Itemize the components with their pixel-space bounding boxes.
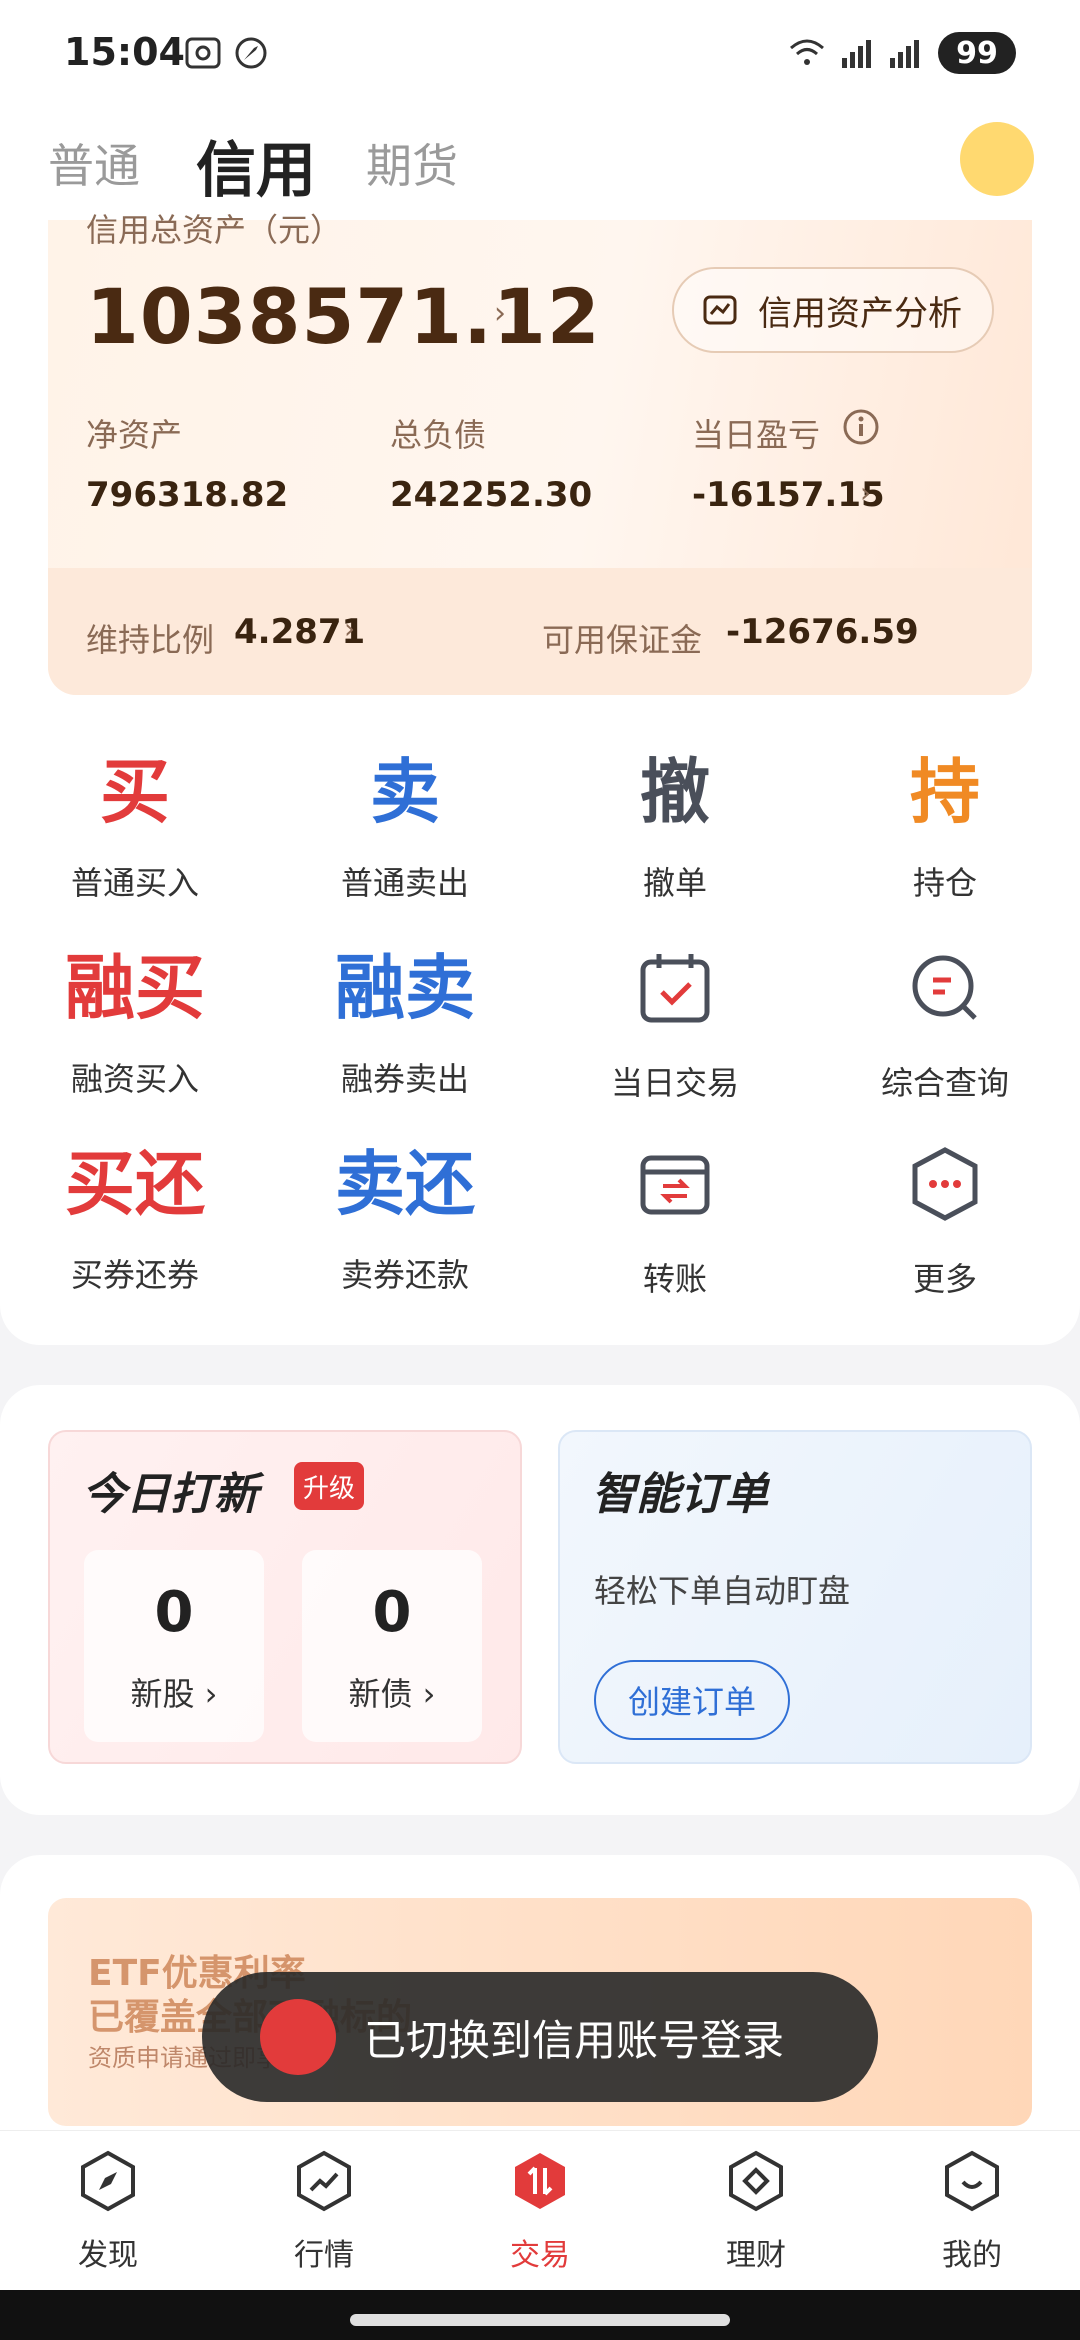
upgrade-badge: 升级	[294, 1462, 364, 1510]
hold-glyph-icon: 持	[910, 751, 980, 833]
grid-normal-buy[interactable]: 买 普通买入	[0, 752, 270, 904]
grid-label: 撤单	[642, 864, 707, 902]
grid-sell-repay[interactable]: 卖还 卖券还款	[270, 1144, 540, 1296]
diamond-icon	[729, 2150, 783, 2212]
grid-label: 更多	[912, 1260, 977, 1298]
grid-positions[interactable]: 持 持仓	[810, 752, 1080, 904]
total-debt-value: 242252.30	[390, 475, 593, 515]
grid-label: 买券还券	[70, 1256, 199, 1294]
grid-general-query[interactable]: 综合查询	[810, 948, 1080, 1104]
chevron-right-icon[interactable]: ›	[344, 612, 355, 645]
tab-futures[interactable]: 期货	[366, 130, 458, 196]
new-stock-box[interactable]: 0 新股 ›	[84, 1550, 264, 1742]
grid-label: 融资买入	[70, 1060, 199, 1098]
signal-icon-1	[842, 40, 871, 68]
grid-label: 转账	[642, 1260, 707, 1298]
buy-glyph-icon: 买	[100, 751, 170, 833]
daily-pl-value[interactable]: -16157.15	[692, 475, 885, 515]
compass-status-icon	[235, 37, 267, 69]
grid-label: 融券卖出	[340, 1060, 469, 1098]
header-tabs	[0, 110, 1080, 220]
total-asset-value[interactable]: 1038571.12	[86, 272, 601, 361]
asset-analysis-button[interactable]: 信用资产分析	[672, 267, 994, 353]
new-bond-label: 新债 ›	[348, 1675, 436, 1713]
profile-icon	[945, 2150, 999, 2212]
grid-short-sell[interactable]: 融卖 融券卖出	[270, 948, 540, 1100]
smart-order-title: 智能订单	[592, 1469, 768, 1520]
grid-label: 当日交易	[610, 1064, 739, 1102]
screenshot-icon	[185, 37, 221, 69]
net-asset-value: 796318.82	[86, 475, 289, 515]
tab-credit[interactable]: 信用	[196, 122, 316, 209]
smart-order-subtitle: 轻松下单自动盯盘	[594, 1572, 851, 1610]
grid-buy-return-securities[interactable]: 买还 买券还券	[0, 1144, 270, 1296]
chevron-right-icon[interactable]: ›	[860, 476, 871, 509]
analysis-icon	[703, 295, 737, 325]
nav-market[interactable]: 行情	[264, 2150, 384, 2274]
grid-label: 卖券还款	[340, 1256, 469, 1294]
nav-discover[interactable]: 发现	[48, 2150, 168, 2274]
grid-cancel-order[interactable]: 撤 撤单	[540, 752, 810, 904]
buy-return-glyph-icon: 买还	[65, 1143, 205, 1225]
net-asset-label: 净资产	[86, 416, 183, 454]
margin-buy-glyph-icon: 融买	[65, 947, 205, 1029]
battery-indicator: 99	[938, 32, 1016, 74]
nav-profile[interactable]: 我的	[912, 2150, 1032, 2274]
nav-label: 我的	[942, 2238, 1002, 2273]
trade-icon	[515, 2153, 565, 2209]
toast-text: 已切换到信用账号登录	[364, 2015, 785, 2065]
grid-label: 普通卖出	[340, 864, 469, 902]
asset-analysis-label: 信用资产分析	[758, 293, 962, 334]
new-bond-box[interactable]: 0 新债 ›	[302, 1550, 482, 1742]
search-icon	[912, 955, 977, 1020]
create-order-button[interactable]: 创建订单	[594, 1660, 790, 1740]
sell-repay-glyph-icon: 卖还	[335, 1143, 475, 1225]
compass-icon	[81, 2150, 135, 2212]
grid-today-trades[interactable]: 当日交易	[540, 948, 810, 1104]
grid-margin-buy[interactable]: 融买 融资买入	[0, 948, 270, 1100]
info-icon[interactable]	[842, 408, 880, 446]
calendar-icon	[640, 954, 710, 1023]
gesture-handle[interactable]	[350, 2314, 730, 2326]
nav-trade[interactable]: 交易	[480, 2150, 600, 2274]
more-icon	[912, 1147, 978, 1221]
nav-label: 理财	[726, 2238, 786, 2273]
available-margin-value: -12676.59	[726, 612, 919, 652]
transfer-icon	[640, 1155, 710, 1215]
sell-glyph-icon: 卖	[370, 751, 440, 833]
maintenance-ratio-label: 维持比例	[86, 621, 215, 659]
grid-transfer[interactable]: 转账	[540, 1144, 810, 1300]
app-logo-icon	[260, 1999, 336, 2075]
nav-wealth[interactable]: 理财	[696, 2150, 816, 2274]
trend-icon	[297, 2150, 351, 2212]
new-bond-count: 0	[372, 1580, 412, 1645]
grid-more[interactable]: 更多	[810, 1144, 1080, 1300]
total-debt-label: 总负债	[390, 416, 487, 454]
grid-label: 普通买入	[70, 864, 199, 902]
signal-icon-2	[890, 40, 919, 68]
toast: 已切换到信用账号登录	[202, 1972, 878, 2102]
grid-label: 持仓	[912, 864, 977, 902]
nav-label: 行情	[294, 2238, 354, 2273]
status-time: 15:04	[64, 30, 185, 74]
daily-pl-label: 当日盈亏	[692, 416, 821, 454]
chevron-right-icon[interactable]: ›	[494, 296, 506, 331]
mascot-avatar-icon[interactable]	[960, 122, 1034, 196]
nav-label: 发现	[78, 2238, 138, 2273]
total-asset-label: 信用总资产（元）	[86, 211, 343, 249]
available-margin-label: 可用保证金	[542, 621, 703, 659]
wifi-icon	[790, 39, 824, 65]
grid-label: 综合查询	[880, 1064, 1009, 1102]
new-stock-count: 0	[154, 1580, 194, 1645]
ipo-title: 今日打新	[82, 1469, 258, 1520]
grid-normal-sell[interactable]: 卖 普通卖出	[270, 752, 540, 904]
tab-normal[interactable]: 普通	[48, 130, 140, 196]
nav-label: 交易	[510, 2238, 570, 2273]
cancel-glyph-icon: 撤	[640, 751, 710, 833]
short-sell-glyph-icon: 融卖	[335, 947, 475, 1029]
new-stock-label: 新股 ›	[130, 1675, 218, 1713]
